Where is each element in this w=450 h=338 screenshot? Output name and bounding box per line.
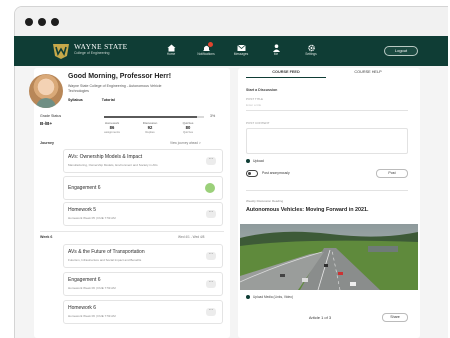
reading-heading: Weekly Discussion Reading [246, 199, 284, 203]
window-maximize-dot[interactable] [51, 18, 59, 26]
anonymous-toggle-label: Post anonymously [262, 171, 290, 175]
browser-titlebar [15, 7, 448, 37]
upload-icon [246, 159, 250, 164]
article-pager: Article 1 of 3 [308, 315, 332, 320]
notification-badge [208, 42, 213, 47]
post-title-input[interactable]: Enter a title [246, 103, 261, 107]
week-item[interactable]: Homework 6 Homework Week 06 | DUE 7:59 A… [63, 300, 223, 324]
tutorial-link[interactable]: Tutorial [102, 98, 115, 102]
upload-media-label: Upload Media (Links, Video) [253, 295, 293, 299]
start-discussion-label: Start a Discussion [246, 88, 278, 92]
journey-item[interactable]: Engagement 6 [63, 176, 223, 200]
nav-me[interactable]: Me [261, 44, 291, 57]
anonymous-toggle[interactable] [246, 170, 258, 177]
syllabus-link[interactable]: Syllabus [68, 98, 83, 102]
stat-quizzes: Quizzes 80 Quizzes [174, 121, 202, 134]
nav-settings[interactable]: Settings [296, 44, 326, 57]
journey-view-link[interactable]: View journey ahead > [170, 141, 201, 145]
avatar [29, 74, 63, 108]
section-divider [40, 231, 224, 232]
item-subtitle: Homework Week 05 | DUE 7:59 AM [68, 216, 116, 220]
tab-course-feed[interactable]: COURSE FEED [246, 70, 326, 74]
stat-unit: assignments [104, 130, 120, 134]
brand-title: WAYNE STATE [74, 42, 128, 51]
item-title: Homework 6 [68, 305, 97, 311]
logout-button[interactable]: Logout [384, 46, 418, 56]
nav-home-label: Home [166, 52, 176, 56]
nav-home[interactable]: Home [156, 44, 186, 57]
item-title: Engagement 6 [68, 185, 101, 191]
grade-progress-bar [104, 116, 204, 118]
top-navbar: WAYNE STATE College of Engineering Home … [14, 36, 448, 66]
grade-progress-fill [104, 116, 197, 118]
week-heading: Week 6 [40, 235, 53, 239]
brand-subtitle: College of Engineering [74, 51, 110, 55]
nav-me-label: Me [273, 52, 279, 56]
grade-percent: 3% [210, 114, 216, 118]
upload-button[interactable]: Upload [246, 159, 264, 164]
brand-text: WAYNE STATE College of Engineering [74, 43, 127, 56]
share-button[interactable]: Share [382, 313, 408, 322]
more-icon[interactable]: ··· [206, 252, 216, 260]
item-title: Engagement 6 [68, 277, 101, 283]
week-range: Wed 4/1 - Wed 4/8 [178, 235, 205, 239]
item-title: AVs: Ownership Models & Impact [68, 154, 143, 160]
item-subtitle: Homework Week 06 | DUE 7:59 AM [68, 286, 116, 290]
more-icon[interactable]: ··· [206, 308, 216, 316]
nav-settings-label: Settings [305, 52, 317, 56]
reading-title[interactable]: Autonomous Vehicles: Moving Forward in 2… [246, 207, 369, 213]
item-subtitle: Futurism, Infrastructure and Social Impa… [68, 258, 142, 262]
home-icon [167, 44, 175, 52]
post-button[interactable]: Post [376, 169, 408, 178]
affiliation-text: Wayne State College of Engineering - Aut… [68, 84, 162, 93]
week-item[interactable]: Engagement 6 Homework Week 06 | DUE 7:59… [63, 272, 223, 296]
more-icon[interactable]: ··· [206, 280, 216, 288]
item-title: Homework 5 [68, 207, 97, 213]
profile-links: Syllabus Tutorial [68, 98, 133, 102]
nav-notifications[interactable]: Notifications [191, 42, 221, 57]
week-item[interactable]: AVs & the Future of Transportation Futur… [63, 244, 223, 268]
item-title: AVs & the Future of Transportation [68, 249, 145, 255]
journey-item[interactable]: Homework 5 Homework Week 05 | DUE 7:59 A… [63, 202, 223, 226]
window-minimize-dot[interactable] [38, 18, 46, 26]
journey-heading: Journey [40, 141, 54, 145]
journey-item[interactable]: AVs: Ownership Models & Impact Manufactu… [63, 149, 223, 173]
item-subtitle: Homework Week 06 | DUE 7:59 AM [68, 314, 116, 318]
more-icon[interactable]: ··· [206, 157, 216, 165]
item-subtitle: Manufacturing, Ownership Models, Environ… [68, 163, 158, 167]
active-tab-indicator [246, 77, 326, 78]
grade-status-value: B-/B+ [40, 121, 53, 126]
wayne-state-logo [53, 44, 69, 59]
envelope-icon [236, 44, 246, 51]
more-icon[interactable]: ··· [206, 210, 216, 218]
tab-course-help[interactable]: COURSE HELP [328, 70, 408, 74]
stat-homework: Homework 86 assignments [98, 121, 126, 134]
stat-unit: Quizzes [182, 130, 194, 134]
nav-messages[interactable]: Messages [226, 44, 256, 57]
media-icon [246, 295, 250, 300]
stat-unit: Replies [145, 130, 155, 134]
highway-photo[interactable] [240, 224, 418, 290]
nav-messages-label: Messages [233, 52, 249, 56]
person-icon [272, 44, 280, 52]
gear-icon [307, 44, 315, 52]
upload-label: Upload [253, 159, 264, 163]
nav-notifications-label: Notifications [197, 52, 215, 56]
post-content-label: POST CONTENT [246, 121, 270, 125]
post-title-underline [246, 110, 408, 111]
post-content-textarea[interactable] [246, 128, 408, 154]
post-title-label: POST TITLE [246, 97, 264, 101]
greeting-heading: Good Morning, Professor Herr! [68, 73, 172, 80]
upload-media-link[interactable]: Upload Media (Links, Video) [246, 295, 293, 300]
stat-discussion: Discussion 92 Replies [136, 121, 164, 134]
grade-status-label: Grade Status [40, 114, 62, 118]
section-divider [246, 190, 408, 191]
window-close-dot[interactable] [25, 18, 33, 26]
completed-check-icon [205, 183, 215, 193]
